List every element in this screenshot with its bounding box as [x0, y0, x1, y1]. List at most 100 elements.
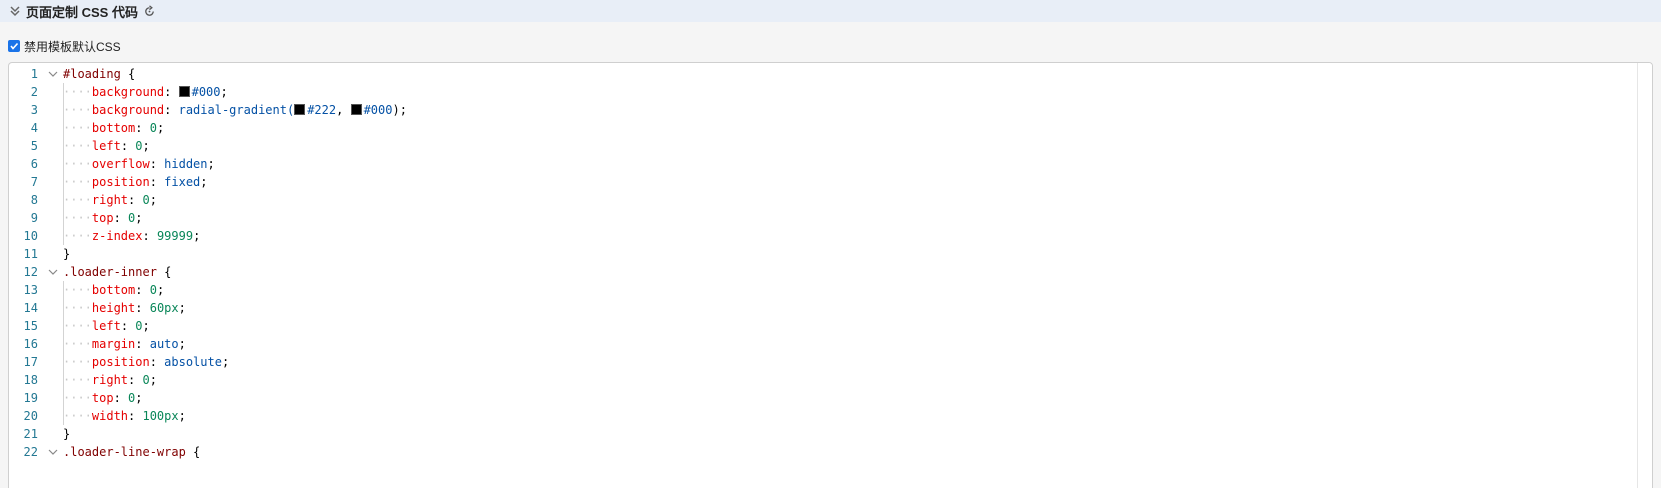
line-number: 18	[23, 373, 38, 387]
code-text: ····background: #000;	[63, 83, 228, 101]
whitespace-dots: ····	[63, 283, 92, 297]
code-line[interactable]: 22 .loader-line-wrap {	[9, 443, 1629, 461]
line-number: 6	[30, 157, 38, 171]
code-token: 0	[135, 319, 143, 333]
line-number: 2	[30, 85, 38, 99]
code-token: ;	[142, 319, 150, 333]
code-line[interactable]: 15 ····left: 0;	[9, 317, 1629, 335]
code-line[interactable]: 5 ····left: 0;	[9, 137, 1629, 155]
code-token: :	[135, 301, 150, 315]
code-line[interactable]: 14 ····height: 60px;	[9, 299, 1629, 317]
code-text: ····left: 0;	[63, 317, 150, 335]
code-token: 0	[135, 139, 143, 153]
code-line[interactable]: 6 ····overflow: hidden;	[9, 155, 1629, 173]
line-number: 9	[30, 211, 38, 225]
reset-icon[interactable]	[143, 4, 156, 18]
code-line[interactable]: 17 ····position: absolute;	[9, 353, 1629, 371]
code-token: :	[128, 373, 143, 387]
code-token: z-index	[91, 229, 143, 243]
code-line[interactable]: 10 ····z-index: 99999;	[9, 227, 1629, 245]
line-number: 20	[23, 409, 38, 423]
code-line[interactable]: 12 .loader-inner {	[9, 263, 1629, 281]
code-token: overflow	[91, 157, 150, 171]
whitespace-dots: ····	[63, 229, 92, 243]
css-code-editor[interactable]: 1 #loading {2 ····background: #000; 3 ····ba…	[8, 62, 1653, 488]
code-token: top	[91, 211, 114, 225]
code-line[interactable]: 2 ····background: #000;	[9, 83, 1629, 101]
whitespace-dots: ····	[63, 373, 92, 387]
code-token: ;	[200, 175, 208, 189]
code-line[interactable]: 18 ····right: 0;	[9, 371, 1629, 389]
code-line[interactable]: 11}	[9, 245, 1629, 263]
code-text: ····right: 0;	[63, 371, 157, 389]
disable-template-css-checkbox[interactable]	[8, 40, 20, 52]
code-token: radial-gradient(	[178, 103, 295, 117]
code-token: 0	[142, 373, 150, 387]
code-token: :	[120, 319, 136, 333]
whitespace-dots: ····	[63, 139, 92, 153]
code-line[interactable]: 13 ····bottom: 0;	[9, 281, 1629, 299]
code-token: ;	[178, 337, 186, 351]
line-number: 4	[30, 121, 38, 135]
code-token: :	[142, 229, 157, 243]
code-line[interactable]: 16 ····margin: auto;	[9, 335, 1629, 353]
code-token: left	[91, 319, 121, 333]
code-line[interactable]: 8 ····right: 0;	[9, 191, 1629, 209]
code-token: background	[91, 85, 165, 99]
line-number: 7	[30, 175, 38, 189]
fold-chevron-icon[interactable]	[47, 266, 59, 278]
code-token: :	[135, 337, 150, 351]
code-token: #000	[363, 103, 393, 117]
code-text: ····bottom: 0;	[63, 281, 164, 299]
code-text: ····height: 60px;	[63, 299, 186, 317]
whitespace-dots: ····	[63, 409, 92, 423]
whitespace-dots: ····	[63, 301, 92, 315]
code-line[interactable]: 9 ····top: 0;	[9, 209, 1629, 227]
code-token: :	[135, 121, 150, 135]
code-token: {	[185, 445, 201, 459]
code-token: fixed	[164, 175, 201, 189]
line-number: 13	[23, 283, 38, 297]
code-token: ;	[178, 409, 186, 423]
code-line[interactable]: 21}	[9, 425, 1629, 443]
code-token: :	[113, 211, 129, 225]
double-chevron-down-icon[interactable]	[8, 4, 22, 18]
code-line[interactable]: 20 ····width: 100px;	[9, 407, 1629, 425]
check-icon	[10, 42, 19, 50]
vertical-scrollbar[interactable]	[1637, 63, 1652, 488]
code-token: #000	[191, 85, 221, 99]
code-text: ····top: 0;	[63, 209, 143, 227]
code-token: 0	[149, 121, 157, 135]
fold-chevron-icon[interactable]	[47, 68, 59, 80]
code-token: }	[63, 427, 71, 441]
code-text: ····overflow: hidden;	[63, 155, 215, 173]
line-number: 11	[23, 247, 38, 261]
code-token: 0	[142, 193, 150, 207]
code-text: ····width: 100px;	[63, 407, 186, 425]
options-row: 禁用模板默认CSS	[0, 36, 600, 56]
code-token: ;	[220, 85, 228, 99]
color-swatch[interactable]	[178, 86, 190, 97]
code-line[interactable]: 3 ····background: radial-gradient(#222, #…	[9, 101, 1629, 119]
line-number: 16	[23, 337, 38, 351]
code-line[interactable]: 7 ····position: fixed;	[9, 173, 1629, 191]
code-token: bottom	[91, 121, 136, 135]
line-number: 8	[30, 193, 38, 207]
code-line[interactable]: 19 ····top: 0;	[9, 389, 1629, 407]
code-token: ;	[135, 211, 143, 225]
code-token: ;	[149, 193, 157, 207]
code-token: position	[91, 175, 150, 189]
fold-chevron-icon[interactable]	[47, 446, 59, 458]
color-swatch[interactable]	[294, 104, 306, 115]
code-token: #loading	[63, 67, 121, 81]
code-token: hidden	[164, 157, 208, 171]
disable-template-css-label[interactable]: 禁用模板默认CSS	[24, 38, 121, 55]
section-header[interactable]: 页面定制 CSS 代码	[0, 0, 1661, 22]
line-number: 1	[30, 67, 38, 81]
code-line[interactable]: 1 #loading {	[9, 65, 1629, 83]
code-line[interactable]: 4 ····bottom: 0;	[9, 119, 1629, 137]
code-text: ····background: radial-gradient(#222, #0…	[63, 101, 407, 119]
line-number: 22	[23, 445, 38, 459]
color-swatch[interactable]	[350, 104, 362, 115]
code-token: {	[120, 67, 136, 81]
